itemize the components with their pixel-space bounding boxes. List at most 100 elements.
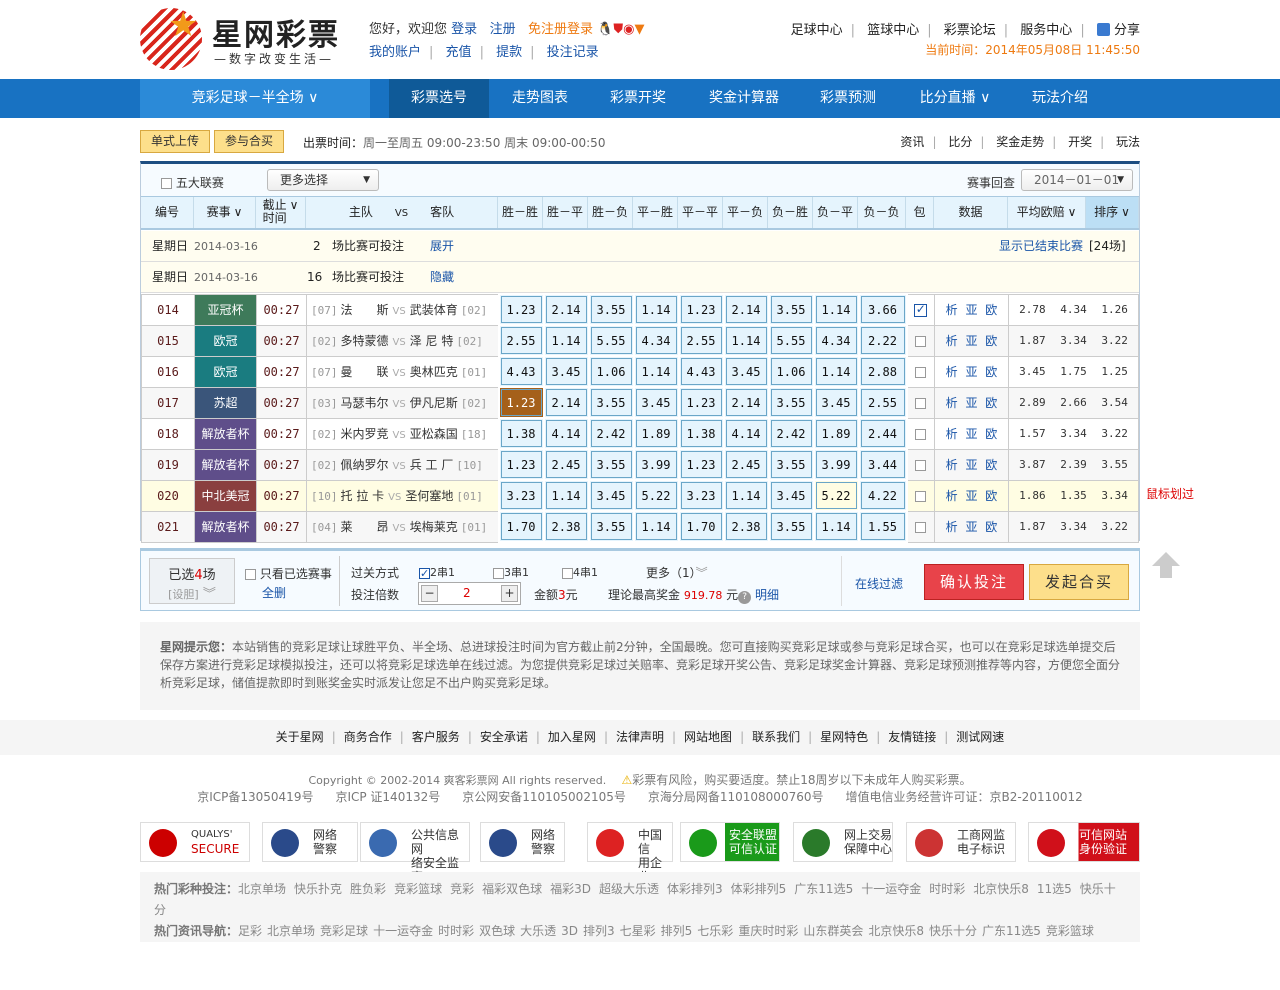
checkbox-checked[interactable]: ✓ [419,567,430,579]
checkbox-checked[interactable]: ✓ [914,303,928,317]
footer-link[interactable]: 网站地图 [684,730,732,744]
weibo-icon[interactable]: ◉ [623,22,634,37]
odds-cell[interactable]: 2.45 [722,448,770,481]
odds-cell[interactable]: 2.38 [542,510,590,543]
nav-item-results[interactable]: 彩票开奖 [598,79,678,118]
score-link[interactable]: 比分 [948,135,972,149]
footer-link[interactable]: 联系我们 [752,730,800,744]
checkbox[interactable] [245,569,256,580]
odds-cell[interactable]: 3.55 [587,293,635,326]
pass-4x1[interactable]: 4串1 [562,564,598,580]
data-links[interactable]: 析 亚 欧 [934,293,1009,326]
column-header[interactable]: 截止时间∨ [256,197,306,228]
odds-cell[interactable]: 1.23 [677,448,725,481]
footer-link[interactable]: 商务合作 [344,730,392,744]
odds-cell[interactable]: 1.14 [722,479,770,512]
odds-cell[interactable]: 5.22 [812,479,860,512]
my-account-link[interactable]: 我的账户 [369,45,421,60]
odds-cell[interactable]: 1.55 [857,510,908,543]
data-links[interactable]: 析 亚 欧 [934,479,1009,512]
odds-cell[interactable]: 1.06 [767,355,815,388]
plus-button[interactable]: + [501,585,518,602]
odds-cell[interactable]: 2.14 [542,386,590,419]
trust-badge[interactable]: 安全联盟 可信认证 [680,822,780,862]
nav-item-select[interactable]: 彩票选号 [389,79,489,118]
away-team[interactable]: 兵 工 厂 [410,458,454,472]
pass-2x1[interactable]: ✓2串1 [419,564,455,580]
odds-cell[interactable]: 5.55 [767,324,815,357]
hot-lottery-link[interactable]: 竞彩篮球 [394,882,442,896]
footer-link[interactable]: 客户服务 [412,730,460,744]
bet-records-link[interactable]: 投注记录 [547,45,599,60]
confirm-bet-button[interactable]: 确认投注 [924,564,1024,600]
odds-cell[interactable]: 1.70 [497,510,545,543]
odds-cell[interactable]: 1.14 [632,355,680,388]
odds-cell[interactable]: 4.34 [632,324,680,357]
clear-all-link[interactable]: 全删 [262,584,286,601]
odds-cell[interactable]: 1.23 [497,386,545,419]
hot-news-link[interactable]: 竞彩足球 [320,924,368,938]
odds-cell[interactable]: 2.55 [677,324,725,357]
checkbox[interactable] [915,397,927,409]
data-links[interactable]: 析 亚 欧 [934,386,1009,419]
dropdown-arrow-icon[interactable]: ▼ [634,22,644,37]
league-badge[interactable]: 解放者杯 [194,417,257,450]
odds-cell[interactable]: 2.42 [767,417,815,450]
odds-cell[interactable]: 1.06 [587,355,635,388]
hot-lottery-link[interactable]: 北京快乐8 [973,882,1029,896]
trust-badge[interactable]: 可信网站 身份验证 [1028,822,1140,862]
odds-cell[interactable]: 5.22 [632,479,680,512]
checkbox[interactable] [915,428,927,440]
home-team[interactable]: 莱 昂 [341,520,389,534]
odds-cell[interactable]: 3.23 [497,479,545,512]
service-center-link[interactable]: 服务中心 [1020,23,1072,38]
footer-link[interactable]: 安全承诺 [480,730,528,744]
hot-news-link[interactable]: 大乐透 [520,924,556,938]
column-header[interactable]: 赛事 ∨ [194,197,256,228]
footer-link[interactable]: 星网特色 [820,730,868,744]
hot-lottery-link[interactable]: 快乐扑克 [294,882,342,896]
away-team[interactable]: 武装体育 [410,303,458,317]
hot-news-link[interactable]: 足彩 [238,924,262,938]
home-team[interactable]: 曼 联 [341,365,389,379]
home-team[interactable]: 马瑟韦尔 [341,396,389,410]
trust-badge[interactable]: 网络 警察 [262,822,358,862]
data-links[interactable]: 析 亚 欧 [934,355,1009,388]
hot-lottery-link[interactable]: 福彩双色球 [482,882,542,896]
odds-cell[interactable]: 1.14 [722,324,770,357]
hot-news-link[interactable]: 3D [561,924,578,938]
odds-cell[interactable]: 1.23 [677,386,725,419]
recharge-link[interactable]: 充值 [446,45,472,60]
trust-badge[interactable]: 公共信息网络安全监察 [360,822,470,884]
pass-3x1[interactable]: 3串1 [493,564,529,580]
hot-news-link[interactable]: 七乐彩 [697,924,733,938]
site-logo[interactable]: ★ 星网彩票 —数字改变生活— [140,8,340,70]
hot-lottery-link[interactable]: 北京单场 [238,882,286,896]
hot-news-link[interactable]: 七星彩 [620,924,656,938]
odds-cell[interactable]: 2.55 [857,386,908,419]
odds-cell[interactable]: 1.38 [497,417,545,450]
odds-cell[interactable]: 3.55 [767,386,815,419]
multiple-input[interactable]: 2 [463,586,471,600]
footer-link[interactable]: 友情链接 [888,730,936,744]
odds-cell[interactable]: 3.55 [767,293,815,326]
odds-cell[interactable]: 2.42 [587,417,635,450]
news-link[interactable]: 资讯 [900,135,924,149]
odds-cell[interactable]: 2.38 [722,510,770,543]
hot-news-link[interactable]: 十一运夺金 [373,924,433,938]
odds-cell[interactable]: 3.99 [812,448,860,481]
nav-item-rules[interactable]: 玩法介绍 [1020,79,1100,118]
hot-news-link[interactable]: 北京单场 [267,924,315,938]
league-badge[interactable]: 解放者杯 [194,448,257,481]
minus-button[interactable]: − [421,585,438,602]
odds-cell[interactable]: 2.45 [542,448,590,481]
hot-news-link[interactable]: 北京快乐8 [868,924,924,938]
odds-cell[interactable]: 3.45 [632,386,680,419]
share-link[interactable]: 分享 [1114,23,1140,38]
hot-lottery-link[interactable]: 超级大乐透 [599,882,659,896]
league-badge[interactable]: 解放者杯 [194,510,257,543]
league-badge[interactable]: 中北美冠 [194,479,257,512]
home-team[interactable]: 佩纳罗尔 [341,458,389,472]
trust-badge[interactable]: 网上交易 保障中心 [793,822,893,862]
hot-news-link[interactable]: 时时彩 [438,924,474,938]
